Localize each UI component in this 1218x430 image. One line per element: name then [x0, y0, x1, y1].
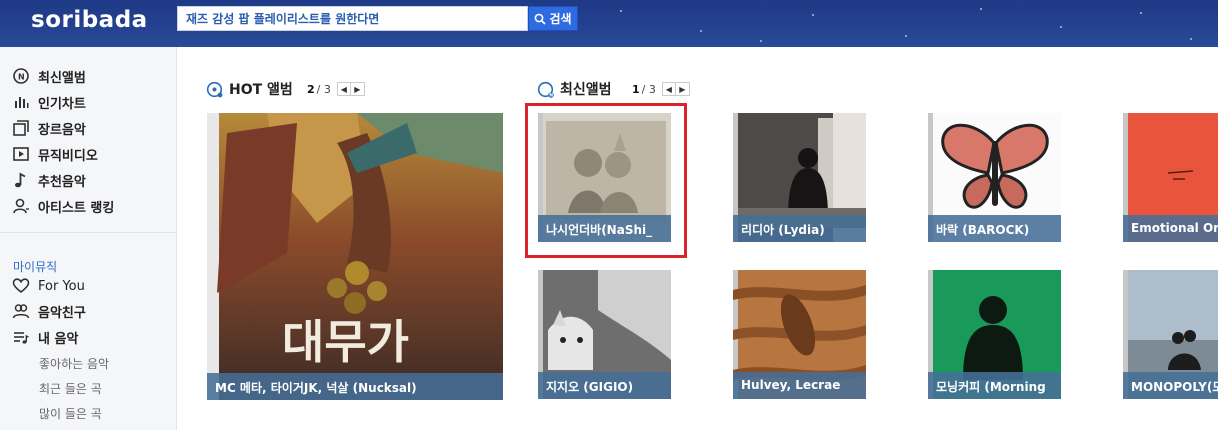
sidebar-item-label: 장르음악: [38, 122, 86, 138]
album-card[interactable]: 리디아 (Lydia): [733, 113, 866, 242]
my-music-section-label: 마이뮤직: [13, 260, 58, 274]
friends-icon: [12, 304, 30, 319]
sidebar-item-label: 음악친구: [38, 305, 86, 321]
hot-icon: [206, 81, 223, 97]
latest-album-title: 최신앨범: [560, 82, 612, 98]
new-album-icon: N: [13, 68, 29, 84]
latest-prev-button[interactable]: ◀: [661, 82, 676, 96]
hot-album-heading: HOT 앨범: [206, 79, 293, 99]
sidebar-item-artist-ranking[interactable]: 아티스트 랭킹: [12, 195, 114, 217]
album-card[interactable]: MONOPOLY(모: [1123, 270, 1218, 399]
album-caption[interactable]: MONOPOLY(모: [1123, 372, 1218, 399]
sub-item-liked-music[interactable]: 좋아하는 음악: [39, 355, 109, 372]
sidebar: N 최신앨범 인기차트 장르음악 뮤직비디오 추천음악 아티스트 랭킹 마이뮤직…: [0, 47, 177, 430]
sidebar-item-recommend[interactable]: 추천음악: [12, 169, 86, 191]
hot-page-total: / 3: [316, 82, 331, 96]
hot-next-button[interactable]: ▶: [350, 82, 365, 96]
sidebar-item-genre[interactable]: 장르음악: [12, 117, 86, 139]
hot-album-caption[interactable]: MC 메타, 타이거JK, 넉살 (Nucksal): [207, 373, 503, 400]
sidebar-item-label: 인기차트: [38, 96, 86, 112]
latest-page-total: / 3: [641, 82, 656, 96]
latest-next-button[interactable]: ▶: [675, 82, 690, 96]
top-header: soribada 재즈 감성 팝 플레이리스트를 원한다면 검색: [0, 0, 1218, 47]
soribada-logo[interactable]: soribada: [31, 7, 148, 33]
sidebar-item-label: 뮤직비디오: [38, 148, 98, 164]
chart-bars-icon: [15, 97, 29, 108]
hot-album-card[interactable]: 대무가 MC 메타, 타이거JK, 넉살 (Nucksal): [207, 113, 503, 400]
search-input[interactable]: 재즈 감성 팝 플레이리스트를 원한다면: [177, 6, 528, 31]
search-icon: [535, 13, 547, 25]
album-caption[interactable]: Emotional Ora: [1123, 215, 1218, 242]
album-card[interactable]: 모닝커피 (Morning: [928, 270, 1061, 399]
sidebar-item-new-album[interactable]: N 최신앨범: [12, 65, 86, 87]
hot-album-title: HOT 앨범: [229, 82, 293, 98]
svg-text:N: N: [549, 92, 553, 97]
sub-item-recent-tracks[interactable]: 최근 들은 곡: [39, 380, 102, 397]
sub-item-most-played[interactable]: 많이 들은 곡: [39, 405, 102, 422]
album-caption[interactable]: 모닝커피 (Morning: [928, 372, 1061, 399]
artist-icon: [13, 198, 29, 214]
hot-album-cover-title: 대무가: [282, 315, 409, 369]
sidebar-item-chart[interactable]: 인기차트: [12, 91, 86, 113]
sidebar-item-for-you[interactable]: For You: [12, 275, 85, 297]
highlight-box: [525, 103, 687, 258]
hot-page-current: 2: [307, 82, 315, 96]
album-card[interactable]: Hulvey, Lecrae: [733, 270, 866, 399]
video-icon: [13, 147, 29, 161]
album-caption[interactable]: 지지오 (GIGIO): [538, 372, 671, 399]
sidebar-item-label: 아티스트 랭킹: [38, 200, 115, 216]
album-caption[interactable]: 바락 (BAROCK): [928, 215, 1061, 242]
svg-text:N: N: [18, 73, 25, 82]
genre-icon: [13, 120, 29, 136]
album-caption[interactable]: Hulvey, Lecrae: [733, 372, 866, 399]
sidebar-item-my-music[interactable]: 내 음악: [12, 326, 78, 348]
sidebar-item-label: 최신앨범: [38, 70, 86, 86]
album-caption[interactable]: 리디아 (Lydia): [733, 215, 866, 242]
hot-prev-button[interactable]: ◀: [336, 82, 351, 96]
search-button-label: 검색: [549, 12, 572, 26]
heart-icon: [12, 278, 30, 294]
album-card[interactable]: 지지오 (GIGIO): [538, 270, 671, 399]
sidebar-item-video[interactable]: 뮤직비디오: [12, 143, 98, 165]
sidebar-item-label: 내 음악: [38, 331, 79, 347]
latest-page-current: 1: [632, 82, 640, 96]
music-note-icon: [15, 172, 26, 188]
hot-pager: 2 / 3 ◀ ▶: [307, 82, 365, 96]
sidebar-item-label: For You: [38, 278, 85, 294]
sidebar-item-label: 추천음악: [38, 174, 86, 190]
latest-pager: 1 / 3 ◀ ▶: [632, 82, 690, 96]
new-album-icon: N: [537, 81, 554, 98]
album-card[interactable]: Emotional Ora: [1123, 113, 1218, 242]
sidebar-item-music-friends[interactable]: 음악친구: [12, 300, 86, 322]
latest-album-heading: N 최신앨범: [537, 79, 612, 99]
playlist-icon: [14, 332, 29, 344]
hot-album-cover: 대무가: [207, 113, 503, 400]
album-card[interactable]: 바락 (BAROCK): [928, 113, 1061, 242]
sidebar-divider: [0, 232, 177, 233]
search-button[interactable]: 검색: [528, 6, 578, 31]
